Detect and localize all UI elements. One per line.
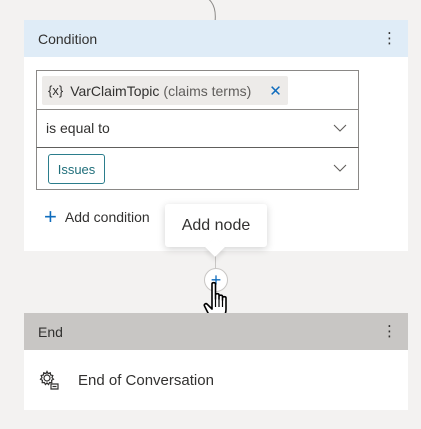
- variable-name: VarClaimTopic: [70, 82, 160, 99]
- condition-header: Condition ⋮: [24, 20, 408, 57]
- variable-type-badge: {x}: [48, 83, 64, 98]
- end-node[interactable]: End ⋮ End of Conversation: [24, 313, 408, 410]
- value-dropdown[interactable]: Issues: [36, 148, 359, 190]
- tooltip-beak: [205, 237, 225, 257]
- end-header: End ⋮: [24, 313, 408, 350]
- variable-chip[interactable]: {x} VarClaimTopic (claims terms) ✕: [42, 76, 288, 105]
- add-node-tooltip: Add node: [165, 204, 267, 257]
- plus-icon: +: [44, 204, 57, 229]
- condition-title: Condition: [38, 30, 98, 47]
- close-icon[interactable]: ✕: [269, 82, 282, 100]
- end-title: End: [38, 323, 63, 340]
- chevron-down-icon: [333, 124, 347, 132]
- variable-field[interactable]: {x} VarClaimTopic (claims terms) ✕: [36, 70, 359, 110]
- connector-line-top: [208, 0, 216, 22]
- settings-gear-icon: [39, 370, 59, 390]
- tooltip-text: Add node: [181, 216, 251, 234]
- variable-detail: (claims terms): [163, 82, 252, 99]
- add-condition-button[interactable]: + Add condition: [44, 206, 157, 228]
- operator-value: is equal to: [46, 120, 110, 136]
- add-condition-label: Add condition: [64, 209, 150, 225]
- operator-dropdown[interactable]: is equal to: [36, 110, 359, 148]
- value-pill[interactable]: Issues: [48, 154, 105, 184]
- more-vertical-icon[interactable]: ⋮: [382, 31, 397, 46]
- end-of-conversation-label: End of Conversation: [78, 371, 214, 389]
- end-of-conversation-item[interactable]: End of Conversation: [24, 350, 408, 410]
- more-vertical-icon[interactable]: ⋮: [382, 324, 397, 339]
- chevron-down-icon: [333, 164, 347, 172]
